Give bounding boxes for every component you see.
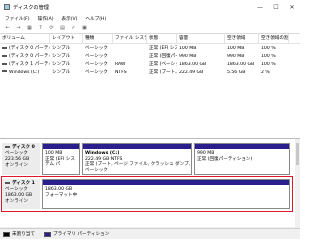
volume-cell: 正常 (回復パーティ...: [149, 54, 177, 59]
forward-icon[interactable]: →: [15, 25, 22, 32]
volume-cell: ベーシック: [85, 70, 108, 75]
volume-cell: 100 %: [261, 45, 276, 51]
volume-row[interactable]: (ディスク 1 パーティション 1)シンプル ベーシック RAW 正常 (ベーシック.…: [0, 60, 300, 68]
volume-cell: 100 MB: [227, 45, 245, 51]
volume-icon: [2, 46, 7, 49]
properties-icon[interactable]: ▤: [59, 25, 66, 32]
volume-cell: ベーシック: [85, 62, 108, 67]
volume-cell: シンプル: [52, 54, 71, 59]
check-icon[interactable]: ✓: [70, 25, 77, 32]
volume-name: (ディスク 0 パーティション 1): [9, 46, 50, 51]
col-status[interactable]: 状態: [147, 34, 177, 43]
menu-file[interactable]: ファイル(F): [5, 16, 30, 22]
volume-cell: 100 %: [261, 61, 276, 67]
refresh-icon[interactable]: ⟳: [48, 25, 55, 32]
volume-cell: 1863.00 GB: [227, 61, 255, 67]
legend-swatch-primary: [43, 231, 51, 237]
col-capacity[interactable]: 容量: [177, 34, 225, 43]
disk-0-row[interactable]: ディスク 0 ベーシック 223.56 GB オンライン 100 MB 正常 (…: [2, 143, 292, 175]
disk-status: オンライン: [5, 163, 28, 168]
col-type[interactable]: 種類: [83, 34, 113, 43]
volume-name: (ディスク 0 パーティション 2): [9, 54, 50, 59]
volume-name-cell: (ディスク 1 パーティション 1): [0, 61, 50, 67]
volume-cell: 100 %: [261, 53, 276, 59]
disk-management-window: ディスクの管理 — ☐ ✕ ファイル(F) 操作(A) 表示(V) ヘルプ(H)…: [0, 0, 300, 239]
volume-cell: 正常 (ブート、ペ...: [149, 70, 177, 75]
col-free-space[interactable]: 空き領域: [225, 34, 259, 43]
volume-cell: ベーシック: [85, 46, 108, 51]
legend-primary-partition: プライマリ パーティション: [52, 232, 110, 237]
legend-bar: 未割り当て プライマリ パーティション: [0, 228, 300, 239]
volume-list-header: ボリューム レイアウト 種類 ファイル システム 状態 容量 空き領域 空き領域…: [0, 34, 300, 44]
vertical-scrollbar[interactable]: [295, 139, 300, 227]
volume-icon: [2, 54, 7, 57]
volume-name: Windows (C:): [9, 69, 40, 75]
volume-row[interactable]: Windows (C:) シンプル ベーシック NTFS 正常 (ブート、ペ...222…: [0, 68, 300, 76]
disk-0-label[interactable]: ディスク 0 ベーシック 223.56 GB オンライン: [2, 143, 40, 175]
close-button[interactable]: ✕: [284, 0, 300, 14]
volume-name-cell: (ディスク 0 パーティション 2): [0, 53, 50, 59]
col-filesystem[interactable]: ファイル システム: [113, 34, 147, 43]
menu-view[interactable]: 表示(V): [62, 16, 78, 22]
volume-cell: シンプル: [52, 46, 71, 51]
col-volume[interactable]: ボリューム: [0, 34, 50, 43]
col-layout[interactable]: レイアウト: [50, 34, 83, 43]
disk-management-icon: [4, 4, 10, 10]
disk-icon: [5, 145, 10, 148]
partition-efi[interactable]: 100 MB 正常 (EFI システム パ: [42, 143, 80, 175]
view-icon[interactable]: ▣: [81, 25, 88, 32]
window-title: ディスクの管理: [13, 4, 49, 11]
partition-windows-c[interactable]: Windows (C:) 222.49 GB NTFS 正常 (ブート, ページ…: [82, 143, 192, 175]
volume-cell: 正常 (ベーシック...: [149, 62, 177, 67]
menu-bar: ファイル(F) 操作(A) 表示(V) ヘルプ(H): [0, 14, 300, 23]
col-free-percent[interactable]: 空き領域の割...: [259, 34, 289, 43]
help-icon[interactable]: ?: [37, 25, 44, 32]
menu-help[interactable]: ヘルプ(H): [85, 16, 106, 22]
volume-cell: RAW: [115, 61, 126, 67]
toolbar: ← → ▦ ? ⟳ ▤ ✓ ▣: [0, 23, 300, 34]
disk-graphical-view: ディスク 0 ベーシック 223.56 GB オンライン 100 MB 正常 (…: [0, 139, 300, 227]
partition-recovery[interactable]: 990 MB 正常 (回復パーティション): [194, 143, 290, 175]
volume-row[interactable]: (ディスク 0 パーティション 2)シンプル ベーシック 正常 (回復パーティ...…: [0, 52, 300, 60]
volume-cell: シンプル: [52, 62, 71, 67]
volume-cell: シンプル: [52, 70, 71, 75]
volume-name: (ディスク 1 パーティション 1): [9, 62, 50, 67]
volume-cell: NTFS: [115, 69, 127, 75]
volume-icon: [2, 62, 7, 65]
volume-cell: 2 %: [261, 69, 270, 75]
volume-cell: 222.49 GB: [179, 69, 204, 75]
partition-desc: 正常 (ブート, ページ ファイル, クラッシュ ダンプ, ベーシック: [85, 162, 191, 173]
menu-action[interactable]: 操作(A): [38, 16, 54, 22]
volume-cell: 990 MB: [227, 53, 245, 59]
volume-icon: [2, 70, 7, 72]
volume-cell: 990 MB: [179, 53, 197, 59]
volume-cell: 100 MB: [179, 45, 197, 51]
volume-name-cell: Windows (C:): [0, 70, 50, 75]
legend-swatch-unallocated: [3, 231, 10, 237]
partition-desc: 正常 (EFI システム パ: [45, 156, 75, 168]
volume-cell: 1863.00 GB: [179, 61, 207, 67]
volume-list: ボリューム レイアウト 種類 ファイル システム 状態 容量 空き領域 空き領域…: [0, 34, 300, 139]
minimize-button[interactable]: —: [252, 0, 268, 14]
disk-name: ディスク 0: [12, 145, 35, 150]
volume-cell: 正常 (EFI システ...: [149, 46, 177, 51]
title-bar: ディスクの管理 — ☐ ✕: [0, 0, 300, 14]
volume-row[interactable]: (ディスク 0 パーティション 1)シンプル ベーシック 正常 (EFI システ..…: [0, 44, 300, 52]
partition-desc: 正常 (回復パーティション): [197, 156, 253, 162]
grid-icon[interactable]: ▦: [26, 25, 33, 32]
volume-name-cell: (ディスク 0 パーティション 1): [0, 45, 50, 51]
legend-unallocated: 未割り当て: [12, 232, 35, 237]
back-icon[interactable]: ←: [4, 25, 11, 32]
volume-cell: ベーシック: [85, 54, 108, 59]
maximize-button[interactable]: ☐: [268, 0, 284, 14]
selection-highlight: [1, 176, 293, 212]
volume-cell: 5.56 GB: [227, 69, 246, 75]
